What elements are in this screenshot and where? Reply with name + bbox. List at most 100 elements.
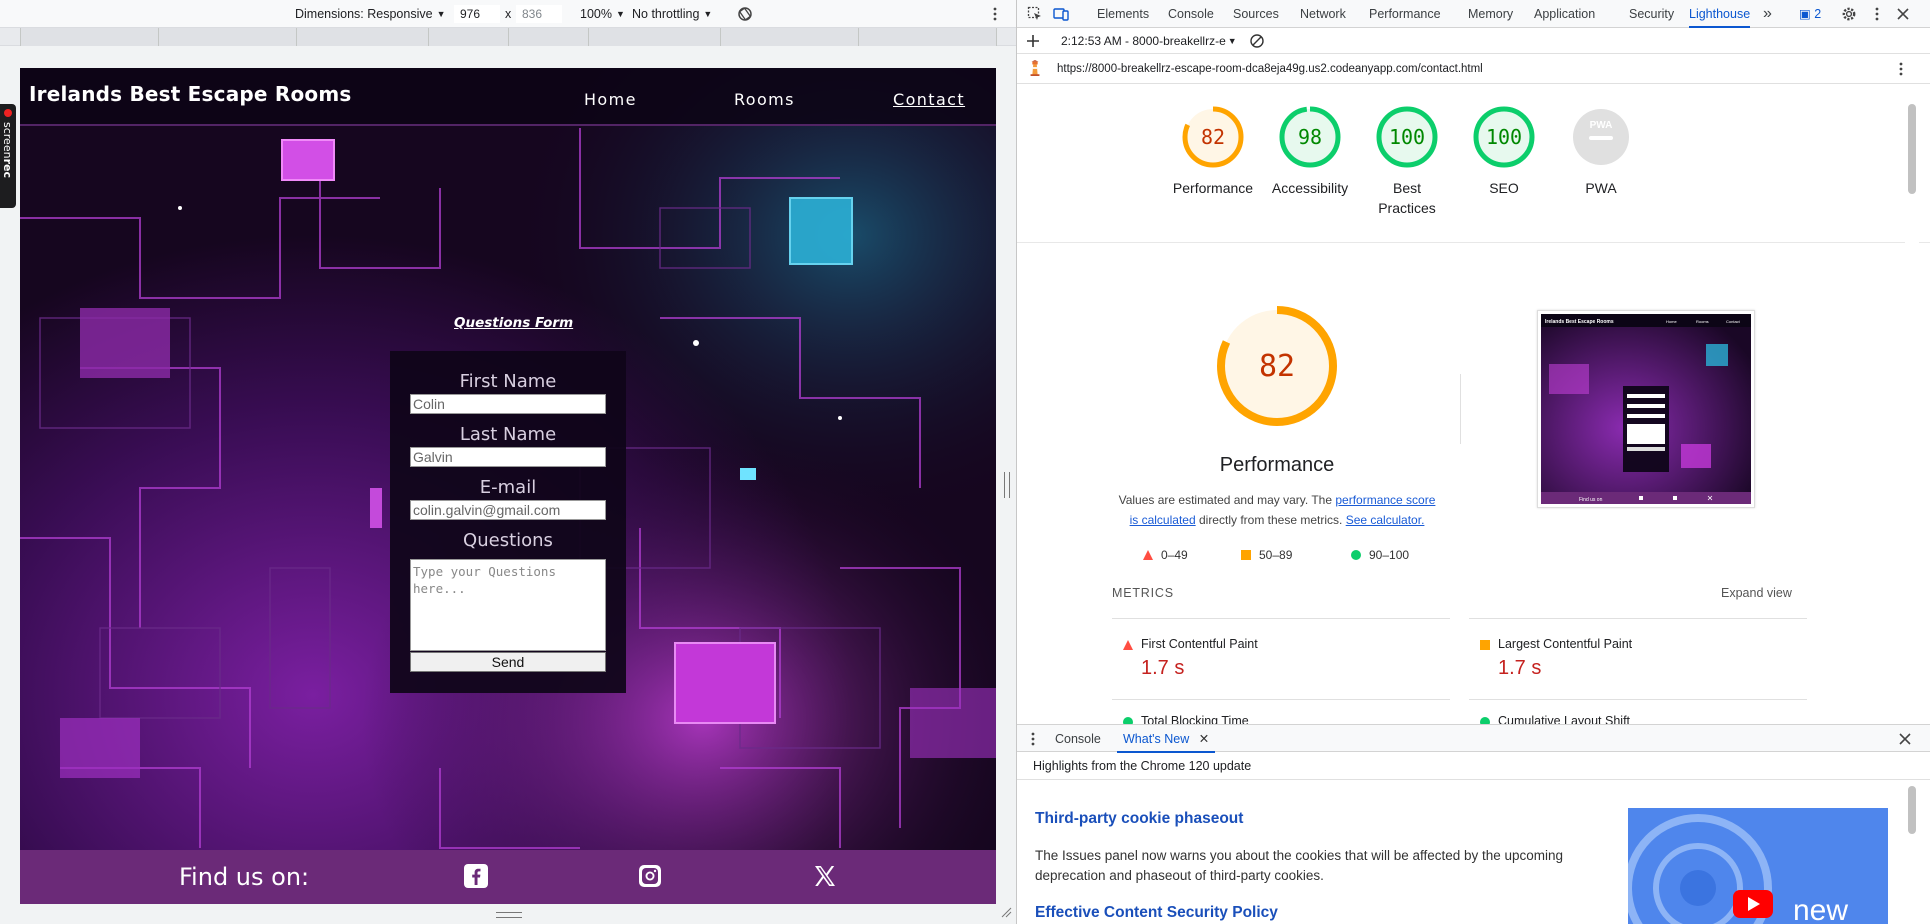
report-scrollbar[interactable]: [1905, 84, 1919, 724]
record-dot-icon: [4, 109, 12, 117]
score-gauge-accessibility[interactable]: 98 Accessibility: [1260, 104, 1360, 198]
metric-fcp-name: First Contentful Paint: [1141, 637, 1258, 651]
add-report-icon[interactable]: [1025, 33, 1041, 49]
email-input[interactable]: colin.galvin@gmail.com: [410, 500, 606, 520]
x-twitter-icon[interactable]: [812, 863, 838, 889]
audited-url[interactable]: https://8000-breakellrz-escape-room-dca8…: [1057, 63, 1483, 75]
facebook-icon[interactable]: [463, 863, 489, 889]
report-selector[interactable]: 2:12:53 AM - 8000-breakellrz-e ▼: [1061, 34, 1237, 48]
tab-memory[interactable]: Memory: [1468, 0, 1513, 28]
zoom-dropdown[interactable]: 100% ▼: [580, 0, 625, 28]
metric-cls-name: Cumulative Layout Shift: [1498, 714, 1631, 724]
whats-new-item-title[interactable]: Third-party cookie phaseout: [1035, 810, 1243, 828]
screenrec-overlay[interactable]: screenrec: [0, 104, 16, 208]
pwa-badge-text: PWA: [1590, 120, 1613, 131]
height-input[interactable]: 836: [516, 5, 562, 23]
close-devtools-icon[interactable]: [1895, 6, 1911, 22]
more-options-icon[interactable]: [987, 6, 1003, 22]
tab-console[interactable]: Console: [1168, 0, 1214, 28]
whats-new-item-body: The Issues panel now warns you about the…: [1035, 848, 1564, 883]
close-drawer-icon[interactable]: [1897, 731, 1913, 747]
thumb-nav-home: Home: [1666, 319, 1677, 324]
resize-handle-bottom[interactable]: [496, 912, 522, 918]
resize-handle-right[interactable]: [1004, 472, 1010, 498]
questions-textarea[interactable]: Type your Questions here...: [410, 559, 606, 651]
tab-application[interactable]: Application: [1534, 0, 1595, 28]
score-value: 98: [1298, 125, 1322, 149]
nav-rooms[interactable]: Rooms: [734, 90, 795, 109]
final-screenshot-thumbnail[interactable]: Irelands Best Escape Rooms Home Rooms Co…: [1537, 310, 1755, 508]
more-tabs-icon[interactable]: »: [1763, 0, 1772, 28]
score-gauge-best-practices[interactable]: 100 Best Practices: [1357, 104, 1457, 218]
tab-lighthouse[interactable]: Lighthouse: [1689, 0, 1751, 28]
close-tab-icon[interactable]: ✕: [1199, 732, 1209, 746]
expand-view-button[interactable]: Expand view: [1721, 586, 1792, 600]
first-name-label: First Name: [459, 371, 557, 392]
site-brand[interactable]: Irelands Best Escape Rooms: [29, 82, 351, 106]
form-title: Questions Form: [454, 315, 574, 331]
whats-new-subtitle: Highlights from the Chrome 120 update: [1017, 752, 1930, 780]
first-name-input[interactable]: Colin: [410, 394, 606, 414]
tab-elements[interactable]: Elements: [1097, 0, 1149, 28]
performance-note: Values are estimated and may vary. The p…: [1115, 490, 1439, 530]
settings-gear-icon[interactable]: [1841, 6, 1857, 22]
inspect-element-icon[interactable]: [1027, 6, 1043, 22]
tab-sources[interactable]: Sources: [1233, 0, 1279, 28]
score-label: Best Practices: [1378, 180, 1436, 216]
square-average-icon: [1241, 550, 1251, 560]
dimensions-dropdown[interactable]: Dimensions: Responsive ▼: [295, 0, 445, 28]
pwa-dash: [1589, 136, 1613, 140]
issues-badge[interactable]: ▣ 2: [1799, 0, 1821, 28]
drawer-menu-icon[interactable]: [1025, 731, 1041, 747]
dimension-separator: x: [505, 7, 512, 21]
nav-home[interactable]: Home: [584, 90, 637, 109]
drawer-tab-whats-new[interactable]: What's New ✕: [1117, 725, 1216, 753]
metric-tbt-name: Total Blocking Time: [1141, 714, 1249, 724]
screenrec-suffix: rec: [1, 158, 14, 178]
width-input[interactable]: 976: [454, 5, 500, 23]
resize-corner-icon[interactable]: [1000, 906, 1012, 918]
square-average-icon: [1480, 640, 1490, 650]
tab-network[interactable]: Network: [1300, 0, 1346, 28]
score-gauge-performance[interactable]: 82 Performance: [1163, 104, 1263, 198]
metric-fcp-value: 1.7 s: [1141, 657, 1185, 679]
nav-contact[interactable]: Contact: [893, 90, 965, 109]
clear-reports-icon[interactable]: [1249, 33, 1265, 49]
lighthouse-url-bar: https://8000-breakellrz-escape-room-dca8…: [1017, 54, 1930, 84]
whats-new-content: Third-party cookie phaseout The Issues p…: [1017, 780, 1930, 924]
throttling-dropdown[interactable]: No throttling ▼: [632, 0, 712, 28]
drawer-tab-bar: Console What's New ✕: [1017, 724, 1930, 753]
customize-devtools-icon[interactable]: [1869, 6, 1885, 22]
throttling-label: No throttling: [632, 7, 700, 21]
tab-performance[interactable]: Performance: [1369, 0, 1441, 28]
last-name-input[interactable]: Galvin: [410, 447, 606, 467]
drawer-scrollbar[interactable]: [1905, 780, 1919, 924]
find-us-text: Find us on:: [179, 863, 310, 891]
youtube-play-icon: [1733, 890, 1773, 918]
see-calculator-link[interactable]: See calculator.: [1346, 513, 1425, 527]
issues-count: 2: [1814, 7, 1822, 21]
metric-lcp-value: 1.7 s: [1498, 657, 1542, 679]
score-gauge-seo[interactable]: 100 SEO: [1454, 104, 1554, 198]
screen: Dimensions: Responsive ▼ 976 x 836 100% …: [0, 0, 1930, 924]
tab-security[interactable]: Security: [1629, 0, 1674, 28]
score-value: 100: [1486, 125, 1522, 149]
caret-down-icon: ▼: [436, 9, 446, 19]
report-scrollbar-thumb[interactable]: [1908, 104, 1916, 194]
metrics-heading: METRICS: [1112, 586, 1174, 600]
drawer-tab-console[interactable]: Console: [1055, 725, 1101, 753]
instagram-icon[interactable]: [637, 863, 663, 889]
score-value: 100: [1389, 125, 1425, 149]
circle-pass-icon: [1123, 717, 1133, 724]
circle-pass-icon: [1480, 717, 1490, 724]
devtools-tab-bar: Elements Console Sources Network Perform…: [1017, 0, 1930, 28]
caret-down-icon: ▼: [615, 9, 625, 19]
whats-new-item-title[interactable]: Effective Content Security Policy: [1035, 904, 1278, 922]
send-button[interactable]: Send: [410, 652, 606, 672]
rotate-icon[interactable]: [737, 6, 753, 22]
score-gauge-pwa[interactable]: PWA PWA: [1551, 104, 1651, 198]
whats-new-video-thumbnail[interactable]: new: [1628, 808, 1888, 924]
questions-label: Questions: [463, 530, 553, 551]
device-toolbar-icon[interactable]: [1053, 6, 1069, 22]
report-menu-icon[interactable]: [1893, 61, 1909, 77]
